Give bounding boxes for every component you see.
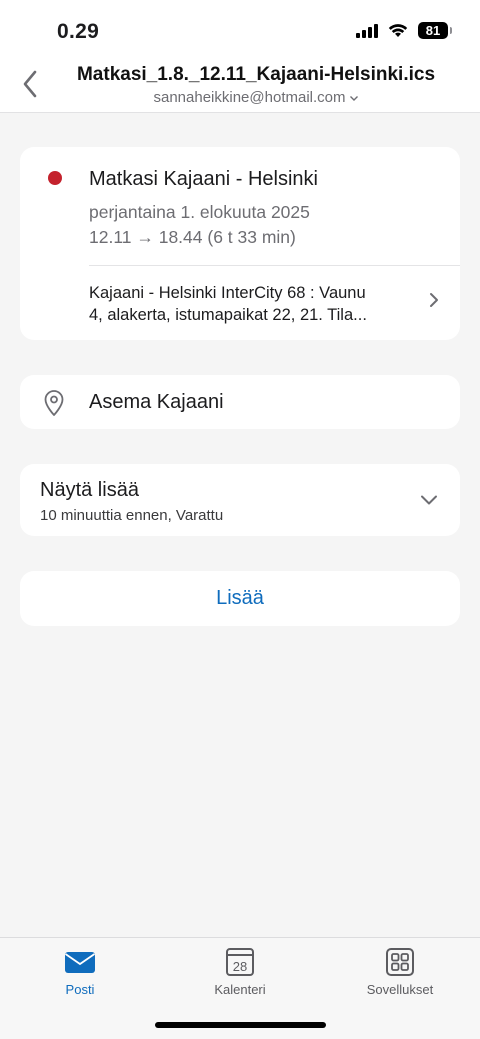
event-description[interactable]: Kajaani - Helsinki InterCity 68 : Vaunu … xyxy=(89,282,414,326)
location-label: Asema Kajaani xyxy=(89,391,224,413)
header: Matkasi_1.8._12.11_Kajaani-Helsinki.ics … xyxy=(0,58,480,113)
chevron-down-icon xyxy=(349,96,358,102)
status-time: 0.29 xyxy=(57,20,100,43)
status-bar: 0.29 81 xyxy=(0,0,480,58)
add-card: Lisää xyxy=(20,571,460,626)
chevron-right-icon[interactable] xyxy=(428,292,440,308)
account-selector[interactable]: sannaheikkine@hotmail.com xyxy=(0,89,480,106)
page-title: Matkasi_1.8._12.11_Kajaani-Helsinki.ics xyxy=(76,64,436,85)
add-button[interactable]: Lisää xyxy=(20,571,460,626)
event-title: Matkasi Kajaani - Helsinki xyxy=(89,168,318,190)
calendar-icon: 28 xyxy=(226,948,254,976)
show-more-title: Näytä lisää xyxy=(40,479,139,501)
tab-label: Sovellukset xyxy=(366,982,434,997)
apps-icon xyxy=(386,948,414,976)
event-description-line: 4, alakerta, istumapaikat 22, 21. Tila..… xyxy=(89,306,367,324)
tab-calendar[interactable]: 28 Kalenteri xyxy=(180,946,300,997)
location-card[interactable]: Asema Kajaani xyxy=(20,375,460,429)
tab-apps[interactable]: Sovellukset xyxy=(340,946,460,997)
home-indicator xyxy=(155,1022,326,1028)
tab-label: Kalenteri xyxy=(214,982,266,997)
cellular-signal-icon xyxy=(356,23,378,38)
event-description-line: Kajaani - Helsinki InterCity 68 : Vaunu xyxy=(89,284,366,302)
location-pin-icon xyxy=(44,390,64,416)
battery-level: 81 xyxy=(425,23,441,38)
event-time: 12.11 → 18.44 (6 t 33 min) xyxy=(89,227,296,247)
status-icons: 81 xyxy=(356,22,452,39)
wifi-icon xyxy=(388,24,408,37)
account-email: sannaheikkine@hotmail.com xyxy=(153,89,346,106)
divider xyxy=(89,265,460,266)
mail-icon xyxy=(64,952,96,973)
event-card: Matkasi Kajaani - Helsinki perjantaina 1… xyxy=(20,147,460,340)
show-more-card[interactable]: Näytä lisää 10 minuuttia ennen, Varattu xyxy=(20,464,460,536)
show-more-subtitle: 10 minuuttia ennen, Varattu xyxy=(40,507,224,524)
event-date: perjantaina 1. elokuuta 2025 xyxy=(89,202,310,222)
chevron-down-icon xyxy=(421,495,437,505)
battery-icon: 81 xyxy=(418,22,452,39)
tab-label: Posti xyxy=(65,982,95,997)
calendar-day: 28 xyxy=(233,959,247,974)
calendar-color-dot xyxy=(48,171,62,185)
tab-mail[interactable]: Posti xyxy=(20,946,140,997)
